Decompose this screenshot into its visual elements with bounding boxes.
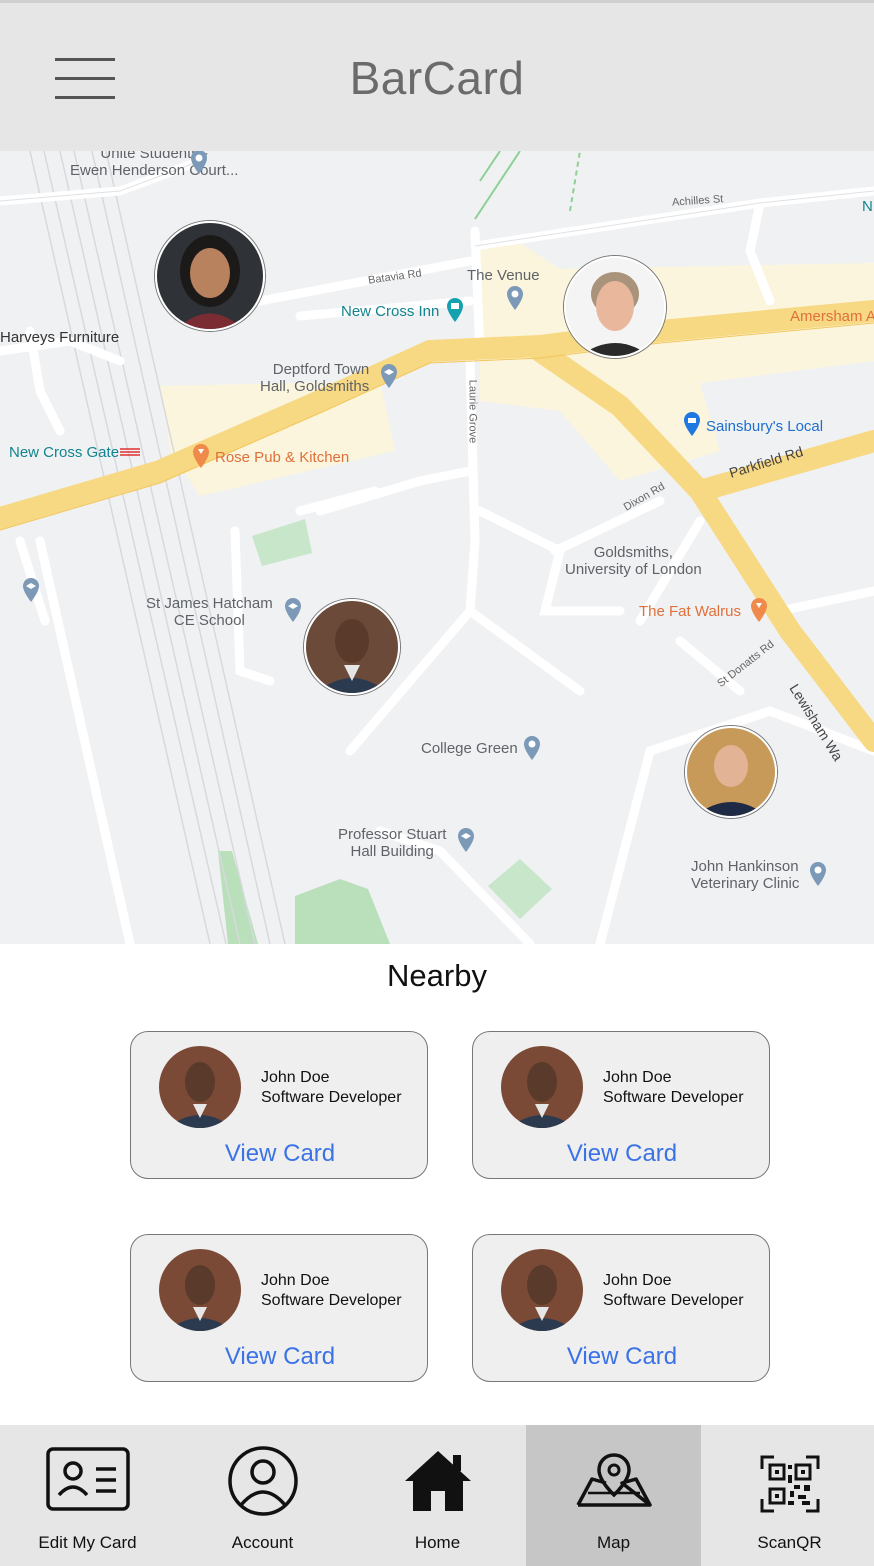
tab-label: Account bbox=[231, 1533, 294, 1552]
avatar bbox=[159, 1046, 241, 1128]
tab-label: Map bbox=[596, 1533, 631, 1552]
card-name: John Doe bbox=[261, 1272, 330, 1289]
map-label-new-cross-gate: New Cross Gate bbox=[9, 444, 120, 461]
tab-label: Edit My Card bbox=[38, 1533, 137, 1552]
map-label-the-venue: The Venue bbox=[467, 267, 540, 284]
tab-scanqr[interactable]: ScanQR bbox=[702, 1425, 874, 1566]
user-avatar-woman-dark-hair[interactable] bbox=[155, 221, 265, 331]
map-label-harveys: Harveys Furniture bbox=[0, 329, 120, 346]
map-pin-icon[interactable] bbox=[523, 735, 541, 761]
tab-label: ScanQR bbox=[757, 1533, 822, 1552]
map-label-john-hankinson: John Hankinson Veterinary Clinic bbox=[691, 858, 800, 892]
map-label-new-cross-inn: New Cross Inn bbox=[341, 303, 440, 320]
map-label-unite-students: Unite Students - Ewen Henderson Court... bbox=[70, 151, 239, 179]
map-label-sainsburys: Sainsbury's Local bbox=[706, 418, 824, 435]
card-role: Software Developer bbox=[261, 1089, 402, 1106]
nearby-card: John Doe Software Developer View Card bbox=[130, 1031, 428, 1179]
nearby-title: Nearby bbox=[387, 958, 487, 993]
nearby-card: John Doe Software Developer View Card bbox=[472, 1031, 770, 1179]
card-name: John Doe bbox=[603, 1272, 672, 1289]
app-title: BarCard bbox=[349, 52, 525, 104]
qr-code-icon bbox=[760, 1455, 819, 1513]
user-avatar-woman-short-hair[interactable] bbox=[564, 256, 666, 358]
map-label-goldsmiths: Goldsmiths, University of London bbox=[565, 544, 702, 578]
id-card-icon bbox=[45, 1447, 130, 1511]
map-label-deptford-town-hall: Deptford Town Hall, Goldsmiths bbox=[260, 361, 370, 395]
map-label-st-james-hatcham: St James Hatcham CE School bbox=[146, 595, 273, 629]
avatar bbox=[159, 1249, 241, 1331]
tab-account[interactable]: Account bbox=[175, 1425, 350, 1566]
map-view[interactable]: Unite Students - Ewen Henderson Court...… bbox=[0, 151, 874, 944]
card-role: Software Developer bbox=[261, 1292, 402, 1309]
map-label-prof-stuart-hall: Professor Stuart Hall Building bbox=[338, 826, 447, 860]
school-pin-icon[interactable] bbox=[284, 597, 302, 623]
view-card-button[interactable]: View Card bbox=[473, 1343, 771, 1371]
avatar bbox=[501, 1046, 583, 1128]
bar-pin-icon[interactable] bbox=[446, 297, 464, 323]
map-label-rose-pub: Rose Pub & Kitchen bbox=[215, 449, 350, 466]
app-header: BarCard bbox=[0, 3, 874, 152]
home-icon bbox=[404, 1451, 471, 1511]
map-pin-icon[interactable] bbox=[506, 285, 524, 311]
rail-station-icon bbox=[120, 448, 140, 456]
card-name: John Doe bbox=[603, 1069, 672, 1086]
map-label-achilles-st: Achilles St bbox=[671, 193, 724, 209]
map-label-edge: N bbox=[862, 198, 873, 215]
map-pin-icon[interactable] bbox=[190, 151, 208, 175]
view-card-button[interactable]: View Card bbox=[131, 1140, 429, 1168]
tab-edit-my-card[interactable]: Edit My Card bbox=[0, 1425, 175, 1566]
user-icon bbox=[227, 1446, 298, 1516]
shop-pin-icon[interactable] bbox=[683, 411, 701, 437]
school-pin-icon[interactable] bbox=[380, 363, 398, 389]
school-pin-icon[interactable] bbox=[457, 827, 475, 853]
view-card-button[interactable]: View Card bbox=[473, 1140, 771, 1168]
bottom-tab-bar: Edit My Card Account Home Map ScanQR bbox=[0, 1425, 874, 1566]
tab-map[interactable]: Map bbox=[526, 1425, 701, 1566]
card-name: John Doe bbox=[261, 1069, 330, 1086]
pub-pin-icon[interactable] bbox=[750, 597, 768, 623]
avatar bbox=[501, 1249, 583, 1331]
user-avatar-man-polo[interactable] bbox=[685, 726, 777, 818]
map-pin-icon bbox=[575, 1453, 652, 1507]
map-label-amersham: Amersham A bbox=[790, 308, 874, 325]
map-label-fat-walrus: The Fat Walrus bbox=[639, 603, 741, 620]
card-role: Software Developer bbox=[603, 1292, 744, 1309]
nearby-card: John Doe Software Developer View Card bbox=[130, 1234, 428, 1382]
pub-pin-icon[interactable] bbox=[192, 443, 210, 469]
tab-home[interactable]: Home bbox=[350, 1425, 525, 1566]
view-card-button[interactable]: View Card bbox=[131, 1343, 429, 1371]
nearby-card: John Doe Software Developer View Card bbox=[472, 1234, 770, 1382]
map-label-laurie-grove: Laurie Grove bbox=[466, 379, 479, 444]
tab-label: Home bbox=[414, 1533, 461, 1552]
user-avatar-man-suit[interactable] bbox=[304, 599, 400, 695]
school-pin-icon[interactable] bbox=[22, 577, 40, 603]
map-label-college-green: College Green bbox=[421, 740, 518, 757]
map-pin-icon[interactable] bbox=[809, 861, 827, 887]
card-role: Software Developer bbox=[603, 1089, 744, 1106]
